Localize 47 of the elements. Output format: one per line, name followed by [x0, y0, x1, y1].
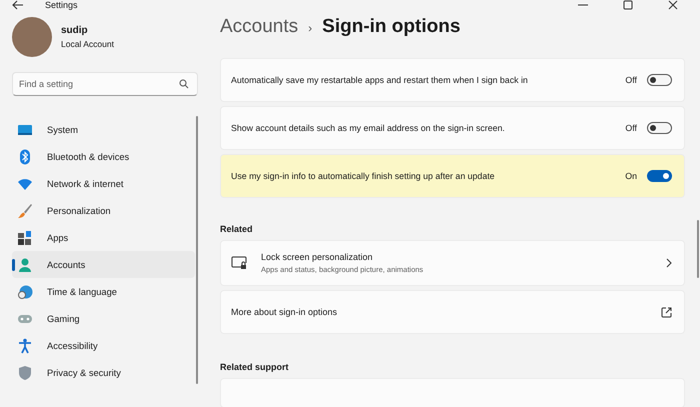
nav-item[interactable]: Privacy & security [12, 359, 195, 386]
bluetooth-icon [17, 148, 33, 164]
avatar [12, 17, 52, 57]
apps-icon [17, 230, 33, 246]
toggle-switch[interactable] [647, 74, 672, 86]
maximize-icon[interactable] [623, 0, 633, 10]
section-heading: Related support [220, 362, 290, 372]
shield-icon [17, 364, 33, 380]
user-name: sudip [61, 25, 89, 36]
link-card[interactable]: More about sign-in options [220, 290, 685, 334]
nav-item[interactable]: Apps [12, 224, 195, 251]
accessibility-icon [17, 338, 33, 354]
window-title: Settings [45, 0, 78, 10]
toggle-state-label: Off [625, 75, 637, 85]
setting-label: Use my sign-in info to automatically finish setting up after an update [231, 171, 496, 181]
close-icon[interactable] [668, 0, 678, 10]
scrollbar[interactable] [196, 116, 198, 384]
nav-item[interactable]: Gaming [12, 305, 195, 332]
toggle-state-label: On [625, 171, 637, 181]
nav-item[interactable]: Network & internet [12, 170, 195, 197]
search-icon [179, 79, 189, 89]
setting-label: Show account details such as my email address on the sign-in screen. [231, 123, 506, 133]
nav-item[interactable]: Personalization [12, 197, 195, 224]
page-title: Sign-in options [322, 16, 460, 38]
link-title: More about sign-in options [231, 307, 338, 317]
toggle-switch[interactable] [647, 122, 672, 134]
back-icon[interactable] [12, 0, 24, 10]
nav-item[interactable]: Accounts [12, 251, 195, 278]
nav-item[interactable]: Accessibility [12, 332, 195, 359]
breadcrumb-parent[interactable]: Accounts [220, 16, 298, 38]
setting-label: Automatically save my restartable apps and restart them when I sign back in [231, 75, 529, 85]
account-type: Local Account [61, 39, 114, 49]
nav-item[interactable]: Time & language [12, 278, 195, 305]
external-link-icon [661, 306, 672, 318]
toggle-switch[interactable] [647, 170, 672, 182]
nav-item[interactable]: Bluetooth & devices [12, 143, 195, 170]
nav-item[interactable]: System [12, 116, 195, 143]
section-heading: Related [220, 224, 254, 234]
person-icon [17, 256, 33, 272]
scrollbar[interactable] [697, 220, 699, 278]
search-field[interactable]: Find a setting [12, 72, 198, 96]
chevron-right-icon [666, 258, 672, 268]
lock-screen-icon [231, 256, 247, 270]
link-title: Lock screen personalization [261, 252, 374, 262]
brush-icon [17, 202, 33, 218]
breadcrumb-separator: › [308, 21, 312, 35]
toggle-state-label: Off [625, 123, 637, 133]
